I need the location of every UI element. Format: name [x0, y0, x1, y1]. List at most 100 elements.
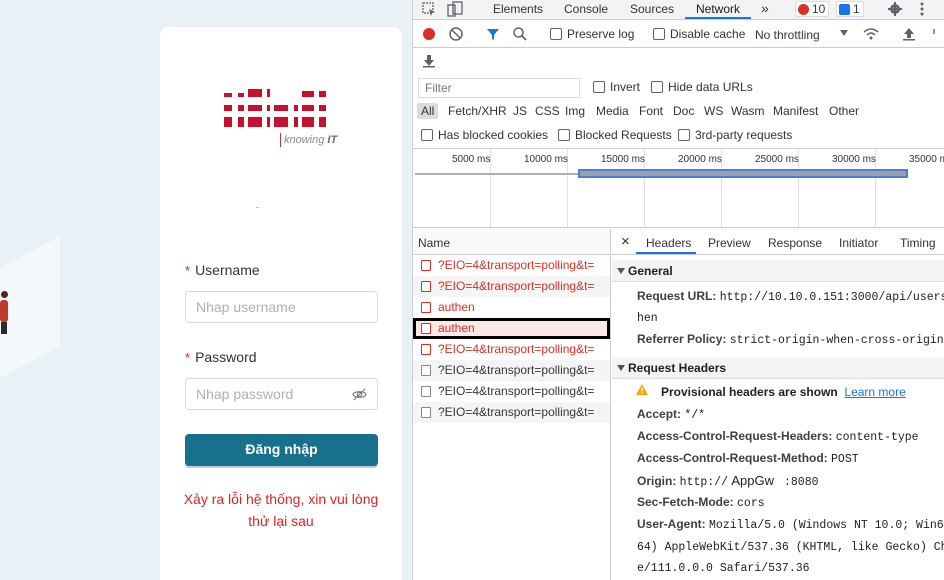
logo-tagline: knowing IT — [284, 134, 338, 146]
more-options-icon[interactable] — [914, 1, 930, 17]
request-row[interactable]: authen — [413, 318, 610, 339]
tab-preview[interactable]: Preview — [708, 236, 751, 250]
timeline-tick: 25000 ms — [755, 154, 799, 165]
request-name: ?EIO=4&transport=polling&t= — [438, 258, 595, 272]
type-filter-ws[interactable]: WS — [704, 104, 723, 118]
warning-icon — [636, 384, 648, 395]
import-har-icon[interactable] — [901, 26, 917, 42]
devtools-panel: Elements Console Sources Network » 10 1 … — [412, 0, 944, 580]
request-row[interactable]: authen — [413, 297, 610, 318]
tab-console[interactable]: Console — [564, 2, 608, 16]
type-filter-doc[interactable]: Doc — [673, 104, 694, 118]
toolbar-overflow-icon[interactable] — [929, 28, 939, 42]
logo-mark — [222, 87, 330, 131]
caret-down-icon — [617, 268, 625, 274]
request-name: ?EIO=4&transport=polling&t= — [438, 363, 595, 377]
login-card: knowing IT *Username *Password Đăng nhập… — [160, 27, 402, 580]
request-name: ?EIO=4&transport=polling&t= — [438, 405, 595, 419]
user-agent-line-2: 64) AppleWebKit/537.36 (KHTML, like Geck… — [637, 541, 944, 554]
acrm-header-row: Access-Control-Request-Method: POST — [637, 451, 859, 466]
gear-icon[interactable] — [887, 1, 903, 17]
request-name: authen — [438, 300, 475, 314]
learn-more-link[interactable]: Learn more — [844, 385, 905, 399]
username-field[interactable] — [185, 291, 378, 323]
search-icon[interactable] — [512, 26, 528, 42]
general-section-header[interactable]: General — [612, 260, 944, 282]
document-icon — [421, 407, 431, 418]
request-row[interactable]: ?EIO=4&transport=polling&t= — [413, 402, 610, 423]
details-tabbar: × Headers Preview Response Initiator Tim… — [612, 229, 944, 255]
filter-input[interactable] — [419, 79, 569, 96]
logo-divider — [280, 133, 281, 147]
timeline-request-line — [415, 173, 580, 175]
type-filter-img[interactable]: Img — [565, 104, 585, 118]
type-filter-other[interactable]: Other — [829, 104, 859, 118]
sec-fetch-mode-row: Sec-Fetch-Mode: cors — [637, 495, 765, 510]
type-filter-media[interactable]: Media — [596, 104, 629, 118]
login-button[interactable]: Đăng nhập — [185, 434, 378, 466]
devtools-tabbar: Elements Console Sources Network » 10 1 — [413, 0, 944, 20]
type-filter-wasm[interactable]: Wasm — [731, 104, 765, 118]
inspect-element-icon[interactable] — [421, 1, 437, 17]
tab-timing[interactable]: Timing — [900, 236, 936, 250]
web-app-viewport: knowing IT *Username *Password Đăng nhập… — [0, 0, 412, 580]
type-filter-css[interactable]: CSS — [535, 104, 560, 118]
password-input[interactable] — [196, 380, 346, 408]
more-tabs-button[interactable]: » — [761, 0, 769, 16]
password-field[interactable] — [185, 378, 378, 410]
timeline-tick: 20000 ms — [678, 154, 722, 165]
name-column-header[interactable]: Name — [413, 229, 610, 255]
tab-network[interactable]: Network — [696, 2, 740, 16]
throttling-select[interactable]: No throttling — [755, 28, 820, 42]
request-row[interactable]: ?EIO=4&transport=polling&t= — [413, 276, 610, 297]
record-icon[interactable] — [421, 26, 437, 42]
request-name: authen — [438, 321, 475, 335]
timeline-tick: 35000 ms — [909, 154, 944, 165]
request-url-row: Request URL: http://10.10.0.151:3000/api… — [637, 289, 944, 304]
network-conditions-icon[interactable] — [863, 26, 879, 42]
timeline-selection-bar[interactable] — [578, 169, 908, 178]
illustration-platform — [0, 236, 60, 394]
message-icon — [839, 4, 850, 15]
request-row[interactable]: ?EIO=4&transport=polling&t= — [413, 255, 610, 276]
document-icon — [421, 323, 431, 334]
eye-slash-icon[interactable] — [352, 387, 367, 402]
active-detail-tab-indicator — [636, 252, 696, 254]
timeline-tick: 30000 ms — [832, 154, 876, 165]
request-rows: ?EIO=4&transport=polling&t= ?EIO=4&transp… — [413, 255, 610, 423]
tab-elements[interactable]: Elements — [493, 2, 543, 16]
device-toolbar-icon[interactable] — [447, 1, 463, 17]
error-count-badge[interactable]: 10 — [795, 1, 830, 17]
filter-icon[interactable] — [485, 26, 501, 42]
password-label: * Password — [185, 349, 257, 365]
type-filter-fetch-xhr[interactable]: Fetch/XHR — [448, 104, 507, 118]
export-har-icon[interactable] — [421, 53, 437, 69]
document-icon — [421, 365, 431, 376]
document-icon — [421, 302, 431, 313]
request-list: Name ?EIO=4&transport=polling&t= ?EIO=4&t… — [413, 229, 611, 580]
tab-headers[interactable]: Headers — [646, 236, 691, 250]
tab-initiator[interactable]: Initiator — [839, 236, 878, 250]
caret-down-icon — [617, 365, 625, 371]
username-label: * Username — [185, 262, 260, 278]
chevron-down-icon[interactable] — [839, 28, 849, 38]
type-filter-js[interactable]: JS — [513, 104, 527, 118]
request-row[interactable]: ?EIO=4&transport=polling&t= — [413, 360, 610, 381]
tab-response[interactable]: Response — [768, 236, 822, 250]
username-input[interactable] — [196, 293, 346, 321]
request-row[interactable]: ?EIO=4&transport=polling&t= — [413, 339, 610, 360]
timeline-overview[interactable]: 5000 ms 10000 ms 15000 ms 20000 ms 25000… — [413, 148, 944, 229]
document-icon — [421, 386, 431, 397]
request-row[interactable]: ?EIO=4&transport=polling&t= — [413, 381, 610, 402]
request-headers-section-header[interactable]: Request Headers — [612, 357, 944, 379]
type-filter-all[interactable]: All — [417, 103, 439, 119]
clear-icon[interactable] — [448, 26, 464, 42]
close-details-button[interactable]: × — [621, 233, 630, 250]
type-filter-font[interactable]: Font — [639, 104, 663, 118]
document-icon — [421, 281, 431, 292]
filter-field[interactable] — [418, 78, 580, 98]
message-count-badge[interactable]: 1 — [836, 1, 864, 17]
illustration-person — [0, 300, 8, 322]
type-filter-manifest[interactable]: Manifest — [773, 104, 818, 118]
tab-sources[interactable]: Sources — [630, 2, 674, 16]
